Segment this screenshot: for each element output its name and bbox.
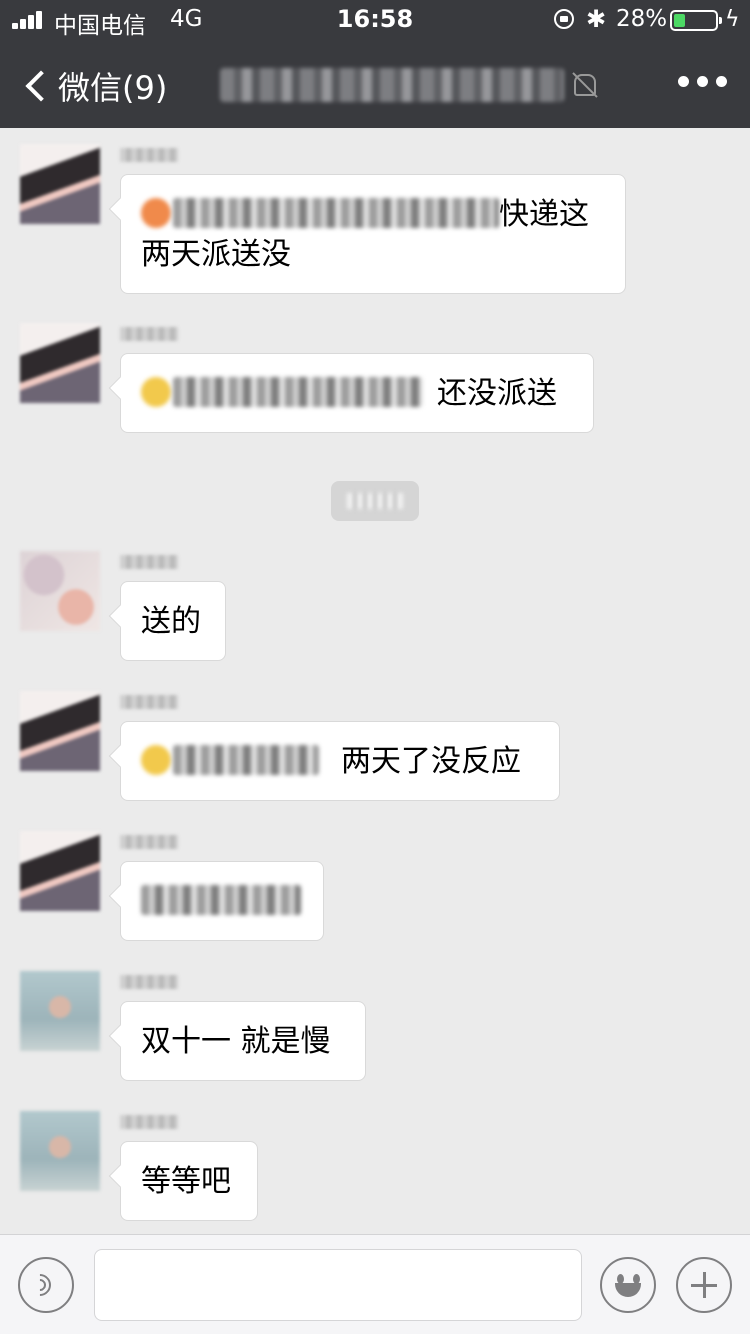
message-text: 送的 [141, 604, 201, 639]
voice-button[interactable] [18, 1257, 74, 1313]
input-bar [0, 1234, 750, 1334]
message-text: 等等吧 [141, 1164, 231, 1199]
charging-icon: ϟ [725, 7, 740, 32]
message-text: 两天了没反应 [341, 744, 521, 779]
more-button[interactable] [678, 76, 727, 87]
avatar[interactable] [20, 831, 100, 911]
sender-name [120, 555, 178, 569]
battery-fill [674, 14, 685, 27]
rotation-lock-icon [554, 9, 574, 29]
more-icon [678, 76, 689, 87]
sender-name [120, 695, 178, 709]
plus-button[interactable] [676, 1257, 732, 1313]
message-bubble[interactable]: 双十一 就是慢 [120, 1001, 366, 1081]
sender-name [120, 975, 178, 989]
message-bubble[interactable]: 送的 [120, 581, 226, 661]
message-bubble[interactable] [120, 861, 324, 941]
sender-name [120, 1115, 178, 1129]
message-bubble[interactable]: 快递这两天派送没 [120, 174, 626, 294]
avatar[interactable] [20, 1111, 100, 1191]
emoji-button[interactable] [600, 1257, 656, 1313]
message-bubble[interactable]: 等等吧 [120, 1141, 258, 1221]
chat-title[interactable] [220, 68, 564, 102]
emoji-icon [141, 377, 171, 407]
avatar[interactable] [20, 971, 100, 1051]
redacted-text [173, 377, 423, 407]
message-bubble[interactable]: 两天了没反应 [120, 721, 560, 801]
avatar[interactable] [20, 551, 100, 631]
redacted-text [173, 745, 319, 775]
system-timestamp [331, 481, 419, 521]
message-text: 还没派送 [437, 376, 557, 411]
redacted-text [141, 885, 301, 915]
avatar[interactable] [20, 323, 100, 403]
message-bubble[interactable]: 还没派送 [120, 353, 594, 433]
redacted-text [173, 198, 499, 228]
avatar[interactable] [20, 144, 100, 224]
bluetooth-icon: ✱ [586, 5, 607, 33]
battery-icon [670, 10, 722, 31]
sender-name [120, 148, 178, 162]
top-bar: 中国电信 4G 16:58 ✱ 28% ϟ 微信(9) [0, 0, 750, 128]
sender-name [120, 835, 178, 849]
back-label: 微信(9) [58, 69, 168, 107]
emoji-icon [141, 745, 171, 775]
mute-icon [574, 74, 596, 96]
message-text: 双十一 就是慢 [141, 1024, 331, 1059]
emoji-icon [141, 198, 171, 228]
message-input[interactable] [94, 1249, 582, 1321]
status-bar: 中国电信 4G 16:58 ✱ 28% ϟ [0, 0, 750, 40]
chevron-left-icon [25, 70, 57, 102]
nav-bar: 微信(9) [0, 40, 750, 128]
back-button[interactable]: 微信(9) [20, 66, 168, 107]
sender-name [120, 327, 178, 341]
battery-percent: 28% [616, 6, 668, 32]
avatar[interactable] [20, 691, 100, 771]
